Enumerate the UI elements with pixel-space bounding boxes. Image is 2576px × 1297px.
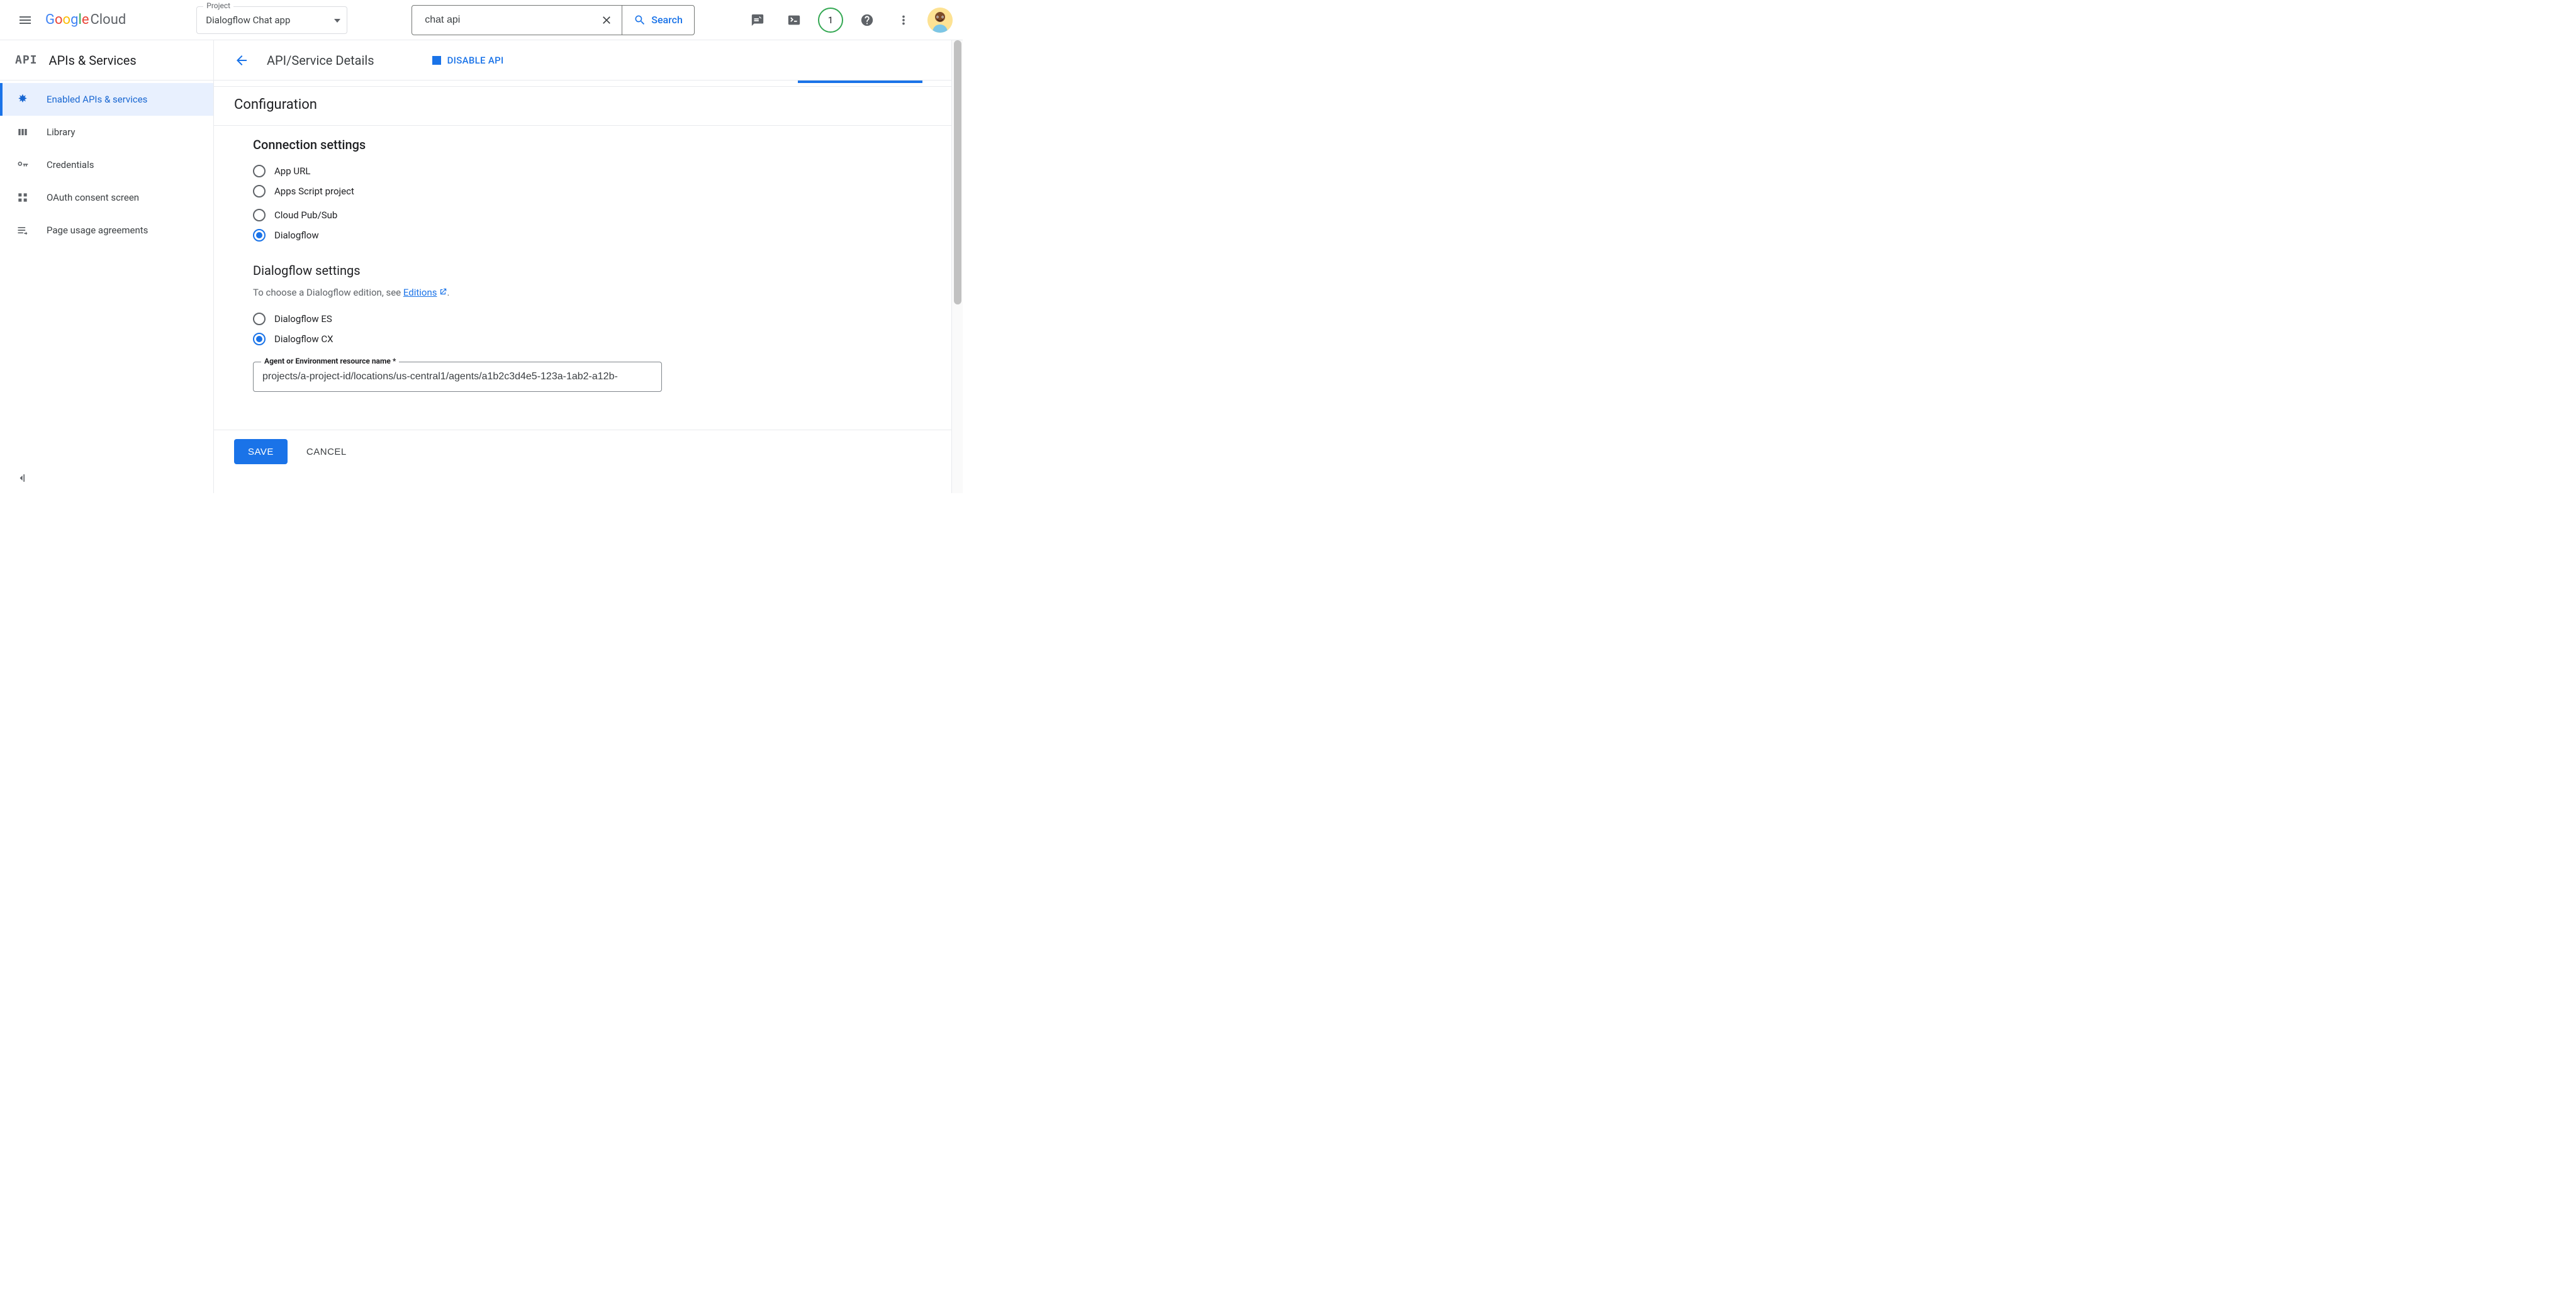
top-bar: Google Cloud Project Dialogflow Chat app…: [0, 0, 963, 40]
save-button[interactable]: SAVE: [234, 439, 288, 464]
project-picker[interactable]: Project Dialogflow Chat app: [196, 6, 347, 34]
radio-label: Dialogflow ES: [274, 313, 332, 325]
search-button-label: Search: [651, 14, 683, 26]
radio-label: Dialogflow CX: [274, 333, 333, 345]
library-icon: [15, 126, 30, 138]
sidebar-item-credentials[interactable]: Credentials: [0, 148, 213, 181]
search-input[interactable]: [412, 6, 591, 35]
radio-label: Dialogflow: [274, 230, 319, 241]
sidebar-title: APIs & Services: [49, 53, 137, 68]
radio-dialogflow-cx[interactable]: Dialogflow CX: [253, 329, 943, 349]
connection-settings-heading: Connection settings: [253, 137, 943, 152]
hint-suffix: .: [447, 287, 450, 298]
google-cloud-logo[interactable]: Google Cloud: [45, 12, 126, 28]
chevron-left-icon: [15, 472, 28, 484]
radio-dialogflow-es[interactable]: Dialogflow ES: [253, 309, 943, 329]
api-section-icon: API: [15, 53, 38, 67]
sidebar-item-label: Credentials: [47, 159, 94, 170]
active-tab-indicator: [798, 81, 922, 83]
sidebar-collapse-button[interactable]: [0, 463, 213, 493]
close-icon: [600, 14, 613, 26]
avatar-icon: [927, 8, 953, 33]
sidebar-item-label: Library: [47, 126, 75, 138]
content-scroll[interactable]: Configuration Connection settings App UR…: [214, 87, 963, 493]
search-icon: [634, 14, 646, 26]
dialogflow-settings-heading: Dialogflow settings: [253, 263, 943, 278]
sidebar-item-oauth-consent[interactable]: OAuth consent screen: [0, 181, 213, 214]
google-wordmark: Google: [45, 12, 89, 28]
radio-cloud-pubsub[interactable]: Cloud Pub/Sub: [253, 205, 943, 225]
disable-api-button[interactable]: DISABLE API: [432, 55, 504, 66]
radio-label: App URL: [274, 165, 310, 177]
sidebar-item-label: Enabled APIs & services: [47, 94, 147, 105]
radio-dialogflow[interactable]: Dialogflow: [253, 225, 943, 245]
scrollbar-thumb[interactable]: [954, 40, 961, 304]
arrow-back-icon: [234, 53, 249, 68]
radio-app-url[interactable]: App URL: [253, 161, 943, 181]
field-label: Agent or Environment resource name *: [261, 357, 399, 365]
search-button[interactable]: Search: [622, 6, 694, 35]
help-icon: [860, 13, 874, 27]
radio-icon: [253, 209, 266, 221]
radio-icon: [253, 229, 266, 242]
more-button[interactable]: [891, 8, 916, 33]
project-picker-value: Dialogflow Chat app: [206, 14, 290, 26]
main-area: API/Service Details DISABLE API Configur…: [214, 40, 963, 493]
sidebar-header: API APIs & Services: [0, 40, 213, 81]
page-title: API/Service Details: [267, 53, 374, 68]
sidebar-item-label: OAuth consent screen: [47, 192, 139, 203]
oauth-consent-icon: [15, 191, 30, 204]
sidebar-item-library[interactable]: Library: [0, 116, 213, 148]
hamburger-menu-button[interactable]: [10, 5, 40, 35]
agent-resource-name-input[interactable]: [254, 362, 661, 391]
agent-resource-name-field: Agent or Environment resource name *: [253, 362, 662, 392]
form-footer: SAVE CANCEL: [214, 430, 963, 473]
help-button[interactable]: [854, 8, 880, 33]
search-box: Search: [412, 5, 695, 35]
sidebar-item-label: Page usage agreements: [47, 225, 148, 236]
terminal-icon: [787, 13, 801, 27]
dialogflow-hint: To choose a Dialogflow edition, see Edit…: [253, 287, 943, 299]
caret-down-icon: [334, 15, 340, 25]
topbar-right: 1: [745, 8, 953, 33]
radio-icon: [253, 333, 266, 345]
feedback-button[interactable]: [745, 8, 770, 33]
enabled-apis-icon: [15, 93, 30, 106]
radio-apps-script[interactable]: Apps Script project: [253, 181, 943, 201]
radio-label: Cloud Pub/Sub: [274, 209, 337, 221]
editions-link[interactable]: Editions: [403, 287, 437, 298]
radio-label: Apps Script project: [274, 186, 354, 197]
sidebar: API APIs & Services Enabled APIs & servi…: [0, 40, 214, 493]
menu-icon: [18, 13, 33, 28]
sidebar-nav: Enabled APIs & services Library Credenti…: [0, 81, 213, 463]
main-header: API/Service Details DISABLE API: [214, 40, 963, 81]
external-link-icon: [439, 287, 447, 299]
project-picker-label: Project: [203, 1, 233, 10]
radio-icon: [253, 165, 266, 177]
disable-api-label: DISABLE API: [447, 55, 504, 66]
back-button[interactable]: [229, 48, 254, 73]
configuration-heading: Configuration: [214, 97, 963, 125]
tab-bar: [214, 81, 963, 87]
notification-count: 1: [828, 14, 833, 26]
radio-icon: [253, 313, 266, 325]
stop-icon: [432, 56, 441, 65]
page-scrollbar[interactable]: [951, 40, 963, 493]
more-vert-icon: [897, 13, 910, 27]
account-avatar[interactable]: [927, 8, 953, 33]
connection-settings-section: Connection settings App URL Apps Script …: [214, 126, 963, 392]
cloud-wordmark: Cloud: [90, 12, 126, 28]
credentials-icon: [15, 159, 30, 171]
cloud-shell-button[interactable]: [781, 8, 807, 33]
page-usage-icon: [15, 224, 30, 237]
cancel-button[interactable]: CANCEL: [306, 447, 347, 457]
feedback-icon: [751, 13, 764, 27]
search-clear-button[interactable]: [591, 6, 622, 35]
sidebar-item-page-usage[interactable]: Page usage agreements: [0, 214, 213, 247]
notifications-button[interactable]: 1: [818, 8, 843, 33]
hint-prefix: To choose a Dialogflow edition, see: [253, 287, 403, 298]
sidebar-item-enabled-apis[interactable]: Enabled APIs & services: [0, 83, 213, 116]
radio-icon: [253, 185, 266, 198]
